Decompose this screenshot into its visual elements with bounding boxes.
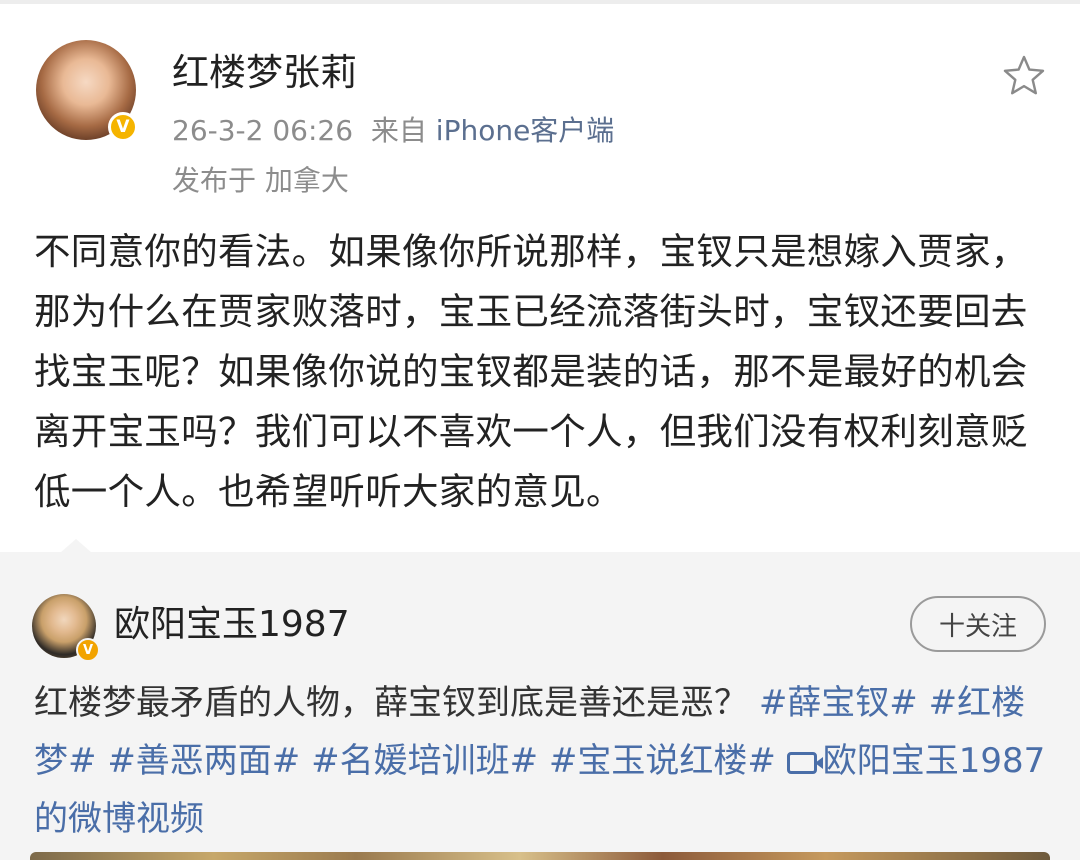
repost-pointer <box>60 539 92 553</box>
author-name[interactable]: 红楼梦张莉 <box>172 48 357 98</box>
hashtag-link[interactable]: #薛宝钗# <box>759 683 918 723</box>
post-body-text: 不同意你的看法。如果像你所说那样，宝钗只是想嫁入贾家，那为什么在贾家败落时，宝玉… <box>34 230 1028 513</box>
repost-text: 红楼梦最矛盾的人物，薛宝钗到底是善还是恶？ #薛宝钗# #红楼梦# #善恶两面#… <box>34 674 1048 848</box>
verified-badge-icon: V <box>76 638 100 662</box>
location-name: 加拿大 <box>264 164 349 197</box>
hashtag-link[interactable]: #宝玉说红楼# <box>549 741 776 781</box>
client-link[interactable]: iPhone客户端 <box>436 114 615 147</box>
verified-badge-icon: V <box>108 112 138 142</box>
post-date: 26-3-2 06:26 <box>172 114 354 147</box>
source-prefix: 来自 <box>370 114 427 147</box>
post-location: 发布于 加拿大 <box>172 160 349 202</box>
hashtag-link[interactable]: #名媛培训班# <box>311 741 538 781</box>
star-icon[interactable] <box>1000 52 1048 100</box>
video-camera-icon <box>786 752 823 774</box>
follow-button[interactable]: 十关注 <box>910 596 1046 652</box>
author-avatar[interactable]: V <box>36 40 138 142</box>
hashtag-link[interactable]: #善恶两面# <box>107 741 300 781</box>
location-prefix: 发布于 <box>172 164 257 197</box>
video-thumbnail[interactable] <box>30 852 1050 860</box>
post-meta: 26-3-2 06:26 来自 iPhone客户端 <box>172 110 614 152</box>
repost-text-plain: 红楼梦最矛盾的人物，薛宝钗到底是善还是恶？ <box>34 683 748 723</box>
repost-author-avatar[interactable]: V <box>32 594 100 662</box>
repost-author-name[interactable]: 欧阳宝玉1987 <box>114 600 350 650</box>
